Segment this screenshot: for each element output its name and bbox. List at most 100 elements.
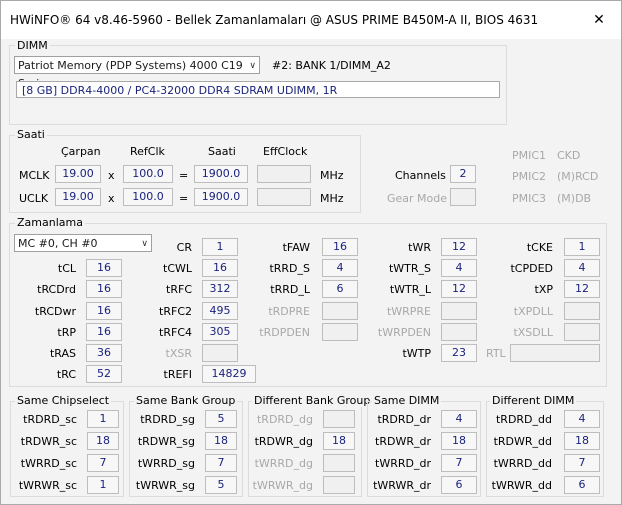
tcl-label: tCL xyxy=(57,262,76,275)
trdpre-field[interactable] xyxy=(322,302,358,320)
trcdrd-field[interactable]: 16 xyxy=(86,280,122,298)
pmic1-value: CKD xyxy=(557,149,581,162)
twrpre-field[interactable] xyxy=(441,302,477,320)
mclk-multiplier-field[interactable]: 19.00 xyxy=(55,165,101,183)
trp-label: tRP xyxy=(57,326,76,339)
tcl-field[interactable]: 16 xyxy=(86,259,122,277)
twrwr-sg-field[interactable]: 5 xyxy=(205,476,237,494)
pmic2-label: PMIC2 xyxy=(512,170,547,183)
tcwl-label: tCWL xyxy=(163,262,192,275)
gear-mode-label: Gear Mode xyxy=(387,192,448,205)
trrd-s-field[interactable]: 4 xyxy=(322,259,358,277)
trdwr-dr-field[interactable]: 18 xyxy=(441,432,477,450)
clock-header: Saati xyxy=(208,145,236,158)
channel-select-value: MC #0, CH #0 xyxy=(18,237,98,250)
twrwr-sc-field[interactable]: 1 xyxy=(87,476,119,494)
mclk-refclk-field[interactable]: 100.0 xyxy=(123,165,173,183)
txp-field[interactable]: 12 xyxy=(564,280,600,298)
trdrd-dg-field[interactable] xyxy=(323,410,355,428)
mclk-effclock-field[interactable] xyxy=(257,165,311,183)
trdrd-sg-field[interactable]: 5 xyxy=(205,410,237,428)
twrrd-sg-label: tWRRD_sg xyxy=(137,457,195,470)
trfc-field[interactable]: 312 xyxy=(202,280,238,298)
channel-select[interactable]: MC #0, CH #0 ∨ xyxy=(14,234,152,252)
trdwr-dd-field[interactable]: 18 xyxy=(564,432,600,450)
trdrd-dr-field[interactable]: 4 xyxy=(441,410,477,428)
trdwr-sg-label: tRDWR_sg xyxy=(137,435,195,448)
trdwr-sg-field[interactable]: 18 xyxy=(205,432,237,450)
twtr-s-field[interactable]: 4 xyxy=(441,259,477,277)
trdwr-sc-field[interactable]: 18 xyxy=(87,432,119,450)
txsr-label: tXSR xyxy=(165,347,192,360)
trrd-l-label: tRRD_L xyxy=(270,283,310,296)
txsr-field[interactable] xyxy=(202,344,238,362)
module-select[interactable]: Patriot Memory (PDP Systems) 4000 C19 Se… xyxy=(14,56,260,90)
twrrd-dd-field[interactable]: 7 xyxy=(564,454,600,472)
rtl-field[interactable] xyxy=(510,344,600,362)
module-info-field[interactable]: [8 GB] DDR4-4000 / PC4-32000 DDR4 SDRAM … xyxy=(16,81,500,98)
trefi-label: tREFI xyxy=(163,368,192,381)
twrrd-sc-field[interactable]: 7 xyxy=(87,454,119,472)
trdrd-dg-label: tRDRD_dg xyxy=(256,413,313,426)
txpdll-field[interactable] xyxy=(564,302,600,320)
trrd-s-label: tRRD_S xyxy=(269,262,310,275)
uclk-refclk-field[interactable]: 100.0 xyxy=(123,188,173,206)
trcdwr-field[interactable]: 16 xyxy=(86,302,122,320)
trfc4-field[interactable]: 305 xyxy=(202,323,238,341)
twtr-l-field[interactable]: 12 xyxy=(441,280,477,298)
trdrd-sg-label: tRDRD_sg xyxy=(140,413,195,426)
trdrd-sc-label: tRDRD_sc xyxy=(23,413,77,426)
trdpden-field[interactable] xyxy=(322,323,358,341)
txsdll-field[interactable] xyxy=(564,323,600,341)
tfaw-field[interactable]: 16 xyxy=(322,238,358,256)
twrrd-dg-label: tWRRD_dg xyxy=(254,457,313,470)
trp-field[interactable]: 16 xyxy=(86,323,122,341)
twrrd-sg-field[interactable]: 7 xyxy=(205,454,237,472)
tcke-field[interactable]: 1 xyxy=(564,238,600,256)
twrrd-dr-field[interactable]: 7 xyxy=(441,454,477,472)
mclk-frequency-field[interactable]: 1900.0 xyxy=(194,165,248,183)
tcpded-field[interactable]: 4 xyxy=(564,259,600,277)
tcwl-field[interactable]: 16 xyxy=(202,259,238,277)
uclk-multiplier-field[interactable]: 19.00 xyxy=(55,188,101,206)
uclk-effclock-field[interactable] xyxy=(257,188,311,206)
cr-field[interactable]: 1 xyxy=(202,238,238,256)
trfc2-field[interactable]: 495 xyxy=(202,302,238,320)
trc-field[interactable]: 52 xyxy=(86,365,122,383)
trdwr-dg-field[interactable]: 18 xyxy=(323,432,355,450)
twtp-field[interactable]: 23 xyxy=(441,344,477,362)
twrwr-dd-field[interactable]: 6 xyxy=(564,476,600,494)
twrpden-field[interactable] xyxy=(441,323,477,341)
channels-field[interactable]: 2 xyxy=(450,165,476,183)
twrrd-dd-label: tWRRD_dd xyxy=(493,457,552,470)
rtl-label: RTL xyxy=(486,347,506,360)
twr-field[interactable]: 12 xyxy=(441,238,477,256)
txsdll-label: tXSDLL xyxy=(513,326,553,339)
trc-label: tRC xyxy=(56,368,76,381)
trdrd-sc-field[interactable]: 1 xyxy=(87,410,119,428)
twrrd-dr-label: tWRRD_dr xyxy=(375,457,431,470)
twrrd-dg-field[interactable] xyxy=(323,454,355,472)
title-bar: HWiNFO® 64 v8.46-5960 - Bellek Zamanlama… xyxy=(1,1,621,39)
trefi-field[interactable]: 14829 xyxy=(202,365,256,383)
tfaw-label: tFAW xyxy=(282,241,310,254)
zamanlama-group-label: Zamanlama xyxy=(15,216,85,229)
twrpden-label: tWRPDEN xyxy=(377,326,431,339)
different-bank-group-label: Different Bank Group xyxy=(252,394,373,407)
txpdll-label: tXPDLL xyxy=(513,305,553,318)
uclk-frequency-field[interactable]: 1900.0 xyxy=(194,188,248,206)
twrwr-dd-label: tWRWR_dd xyxy=(491,479,552,492)
twrwr-dg-field[interactable] xyxy=(323,476,355,494)
trdrd-dd-field[interactable]: 4 xyxy=(564,410,600,428)
twtr-s-label: tWTR_S xyxy=(388,262,431,275)
tcpded-label: tCPDED xyxy=(510,262,553,275)
mclk-label: MCLK xyxy=(19,169,50,182)
twrwr-dr-field[interactable]: 6 xyxy=(441,476,477,494)
close-button[interactable]: ✕ xyxy=(579,5,619,35)
trrd-l-field[interactable]: 6 xyxy=(322,280,358,298)
twrwr-dg-label: tWRWR_dg xyxy=(252,479,313,492)
tras-field[interactable]: 36 xyxy=(86,344,122,362)
gear-mode-field[interactable] xyxy=(450,188,476,206)
trfc-label: tRFC xyxy=(166,283,192,296)
trfc4-label: tRFC4 xyxy=(159,326,192,339)
